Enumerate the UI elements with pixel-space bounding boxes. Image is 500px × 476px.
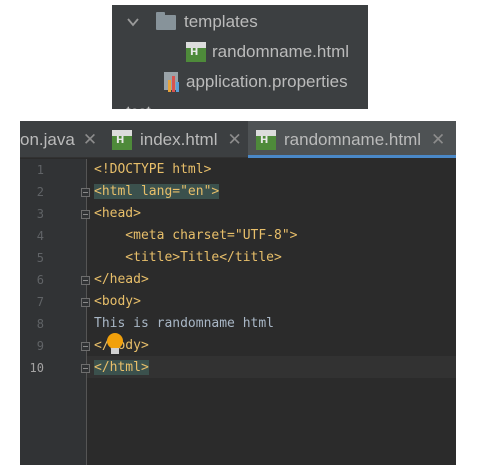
tree-item-application-properties[interactable]: application.properties [162,69,348,95]
tab-index-html[interactable]: H index.html ✕ [112,121,248,158]
fold-marker-icon[interactable] [81,342,90,351]
fold-marker-icon[interactable] [81,210,90,219]
tree-item-label: templates [184,12,258,31]
tab-label: on.java [20,129,75,149]
close-icon[interactable]: ✕ [431,130,445,150]
tree-item-randomname-html[interactable]: H randomname.html [186,39,349,65]
html-file-icon: H [186,42,206,62]
html-file-icon: H [256,129,276,150]
code-line-text: </head> [94,272,149,287]
code-line[interactable]: </head> [94,272,149,287]
tree-item-test-partial[interactable]: test [126,103,151,109]
fold-marker-icon[interactable] [81,188,90,197]
line-number: 7 [36,295,44,309]
tree-item-label: application.properties [186,72,348,91]
code-line[interactable]: <title>Title</title> [94,250,282,265]
code-line[interactable]: <html lang="en"> [94,184,220,199]
line-number: 3 [36,207,44,221]
line-number: 5 [36,251,44,265]
tree-item-templates[interactable]: templates [126,9,258,35]
line-number: 8 [36,317,44,331]
project-tree-panel: templates H randomname.html application.… [112,5,368,109]
line-number: 10 [29,361,44,375]
gutter-separator [86,159,87,465]
intention-bulb-icon[interactable] [106,333,124,355]
code-line-text: <head> [94,206,141,221]
fold-marker-icon[interactable] [81,298,90,307]
close-icon[interactable]: ✕ [83,130,97,150]
line-gutter [20,159,86,465]
code-editor: on.java ✕ H index.html ✕ H randomname.ht… [20,121,456,465]
line-number: 2 [36,185,44,199]
chevron-down-icon[interactable] [126,15,140,29]
code-line-text: <html lang="en"> [94,184,220,199]
fold-marker-icon[interactable] [81,364,90,373]
tree-item-label: randomname.html [212,42,350,61]
code-line[interactable]: <meta charset="UTF-8"> [94,228,298,243]
code-line-text: <!DOCTYPE html> [94,162,212,177]
code-line[interactable]: </html> [94,360,149,375]
html-file-icon: H [112,129,132,150]
code-line-text: This is randomname html [94,316,275,331]
code-line[interactable]: <head> [94,206,141,221]
folder-icon [156,11,176,30]
editor-tab-bar: on.java ✕ H index.html ✕ H randomname.ht… [20,121,456,158]
close-icon[interactable]: ✕ [227,130,241,150]
code-line[interactable]: <body> [94,294,141,309]
line-number: 6 [36,273,44,287]
code-line-text: </html> [94,360,149,375]
code-line-text: <meta charset="UTF-8"> [94,228,298,243]
fold-marker-icon[interactable] [81,276,90,285]
code-line[interactable]: This is randomname html [94,316,274,331]
tab-label: index.html [140,129,218,149]
code-line-text: <title>Title</title> [94,250,282,265]
line-number: 9 [36,339,44,353]
tab-java[interactable]: on.java ✕ [20,121,112,158]
tab-randomname-html[interactable]: H randomname.html ✕ [248,121,456,158]
line-number: 4 [36,229,44,243]
tab-label: randomname.html [284,129,422,149]
code-line[interactable]: <!DOCTYPE html> [94,162,211,177]
line-number: 1 [36,163,44,177]
properties-file-icon [162,72,182,92]
code-line-text: <body> [94,294,141,309]
